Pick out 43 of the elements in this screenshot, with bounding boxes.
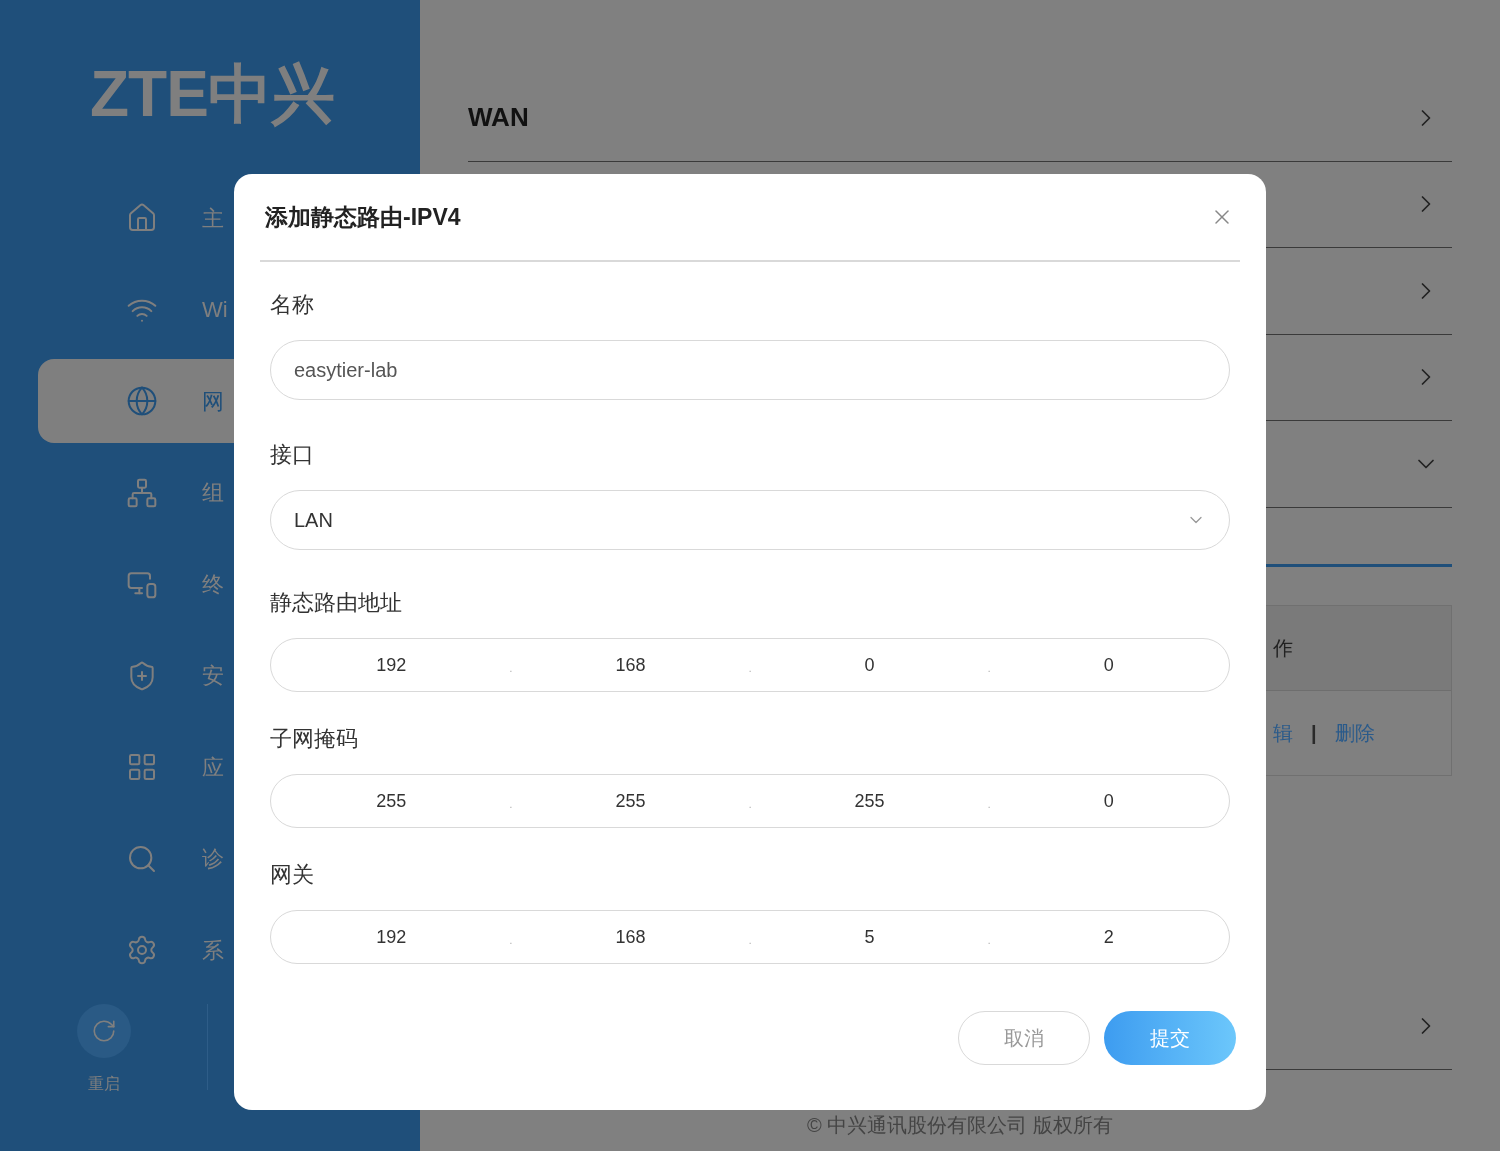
octet-value: 168 [614,925,647,949]
field-label: 接口 [270,441,315,469]
restart-icon [91,1017,117,1044]
octet-value: 5 [863,925,876,949]
octet-value: 168 [614,653,647,677]
octet-separator: . [748,797,752,812]
octet-value: 255 [375,789,408,813]
octet-value: 0 [1102,653,1115,677]
dialog-title: 添加静态路由-IPV4 [265,202,461,232]
field-label: 静态路由地址 [270,589,403,617]
logo: ZTE中兴 [90,57,335,132]
octet-separator: . [509,661,513,676]
octet-separator: . [748,661,752,676]
octet-value: 0 [863,653,876,677]
cancel-button[interactable]: 取消 [958,1011,1090,1065]
delete-link[interactable]: 删除 [1334,717,1375,748]
grid-icon [126,751,158,783]
settings-icon [126,934,158,966]
globe-icon [126,385,158,417]
octet-separator: . [987,797,991,812]
house-icon [126,202,158,234]
octet-separator: . [748,933,752,948]
octet-value: 192 [375,925,408,949]
octet-separator: . [987,933,991,948]
octet-separator: . [509,797,513,812]
link-separator: | [1311,720,1317,746]
octet-value: 0 [1102,789,1115,813]
octet-value: 192 [375,653,408,677]
octet-separator: . [987,661,991,676]
restart-label: 重启 [88,1073,120,1094]
octet-value: 2 [1102,925,1115,949]
copyright-text: © 中兴通讯股份有限公司 版权所有 [806,1112,1114,1138]
input-field[interactable]: easytier-lab [270,340,1230,400]
octet-separator: . [509,933,513,948]
submit-button[interactable]: 提交 [1104,1011,1236,1065]
network-icon [126,476,158,509]
octet-value: 255 [614,789,647,813]
octet-value: 255 [853,789,886,813]
field-label: 网关 [270,861,315,889]
menu-row[interactable]: WAN [468,75,1452,162]
field-label: 名称 [270,291,315,319]
field-label: 子网掩码 [270,725,359,753]
edit-link[interactable]: 辑 [1273,717,1293,748]
